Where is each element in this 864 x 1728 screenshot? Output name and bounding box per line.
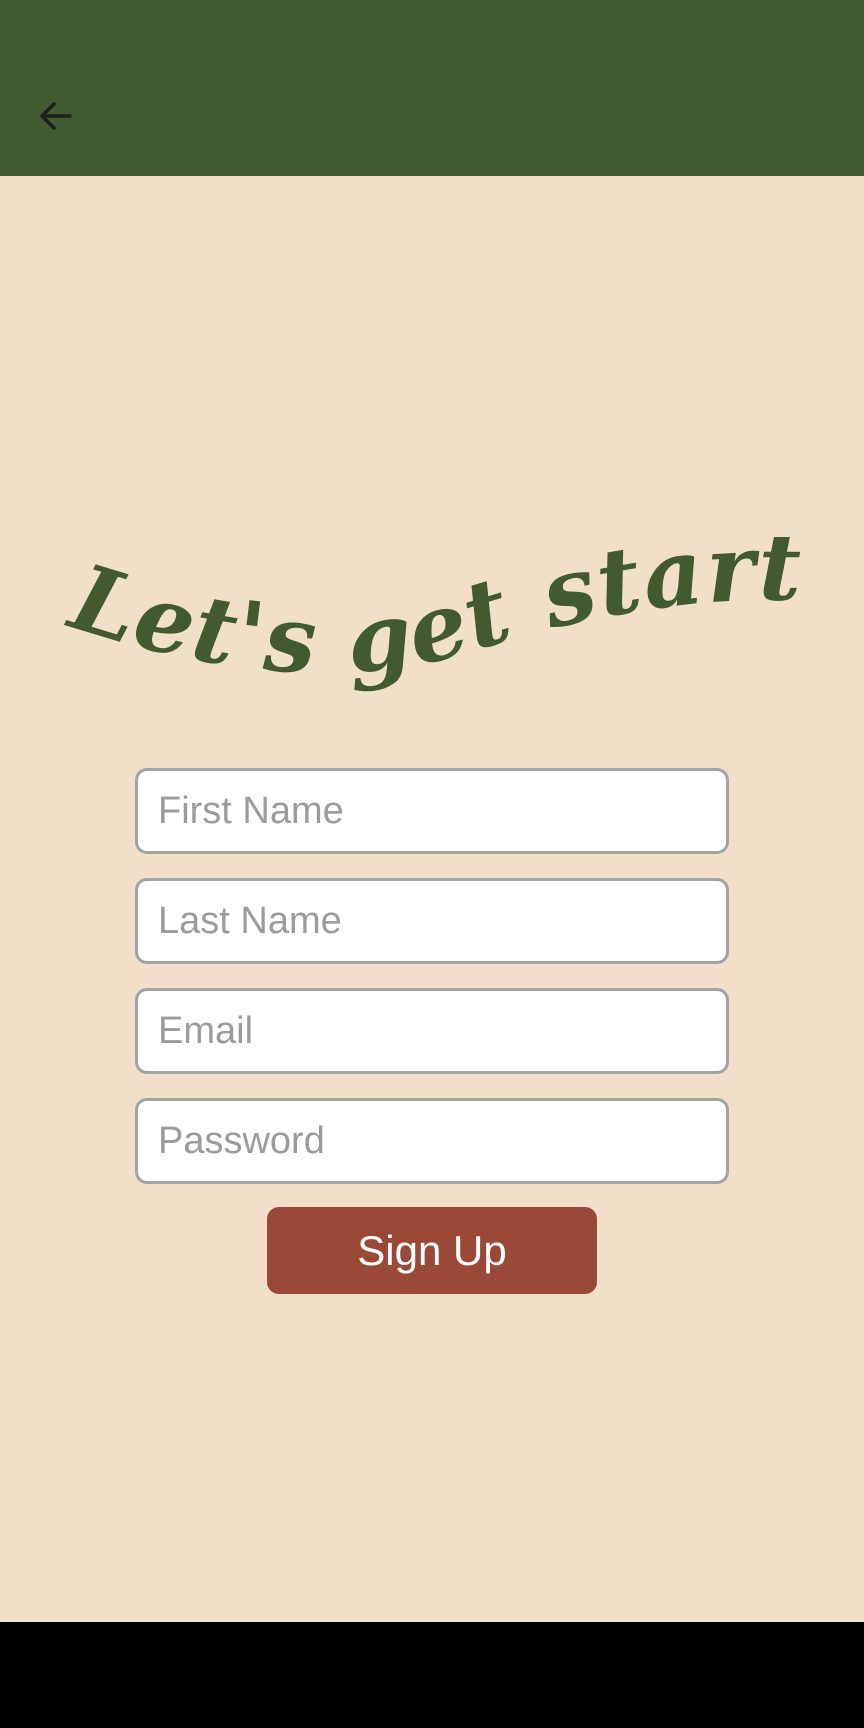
password-input[interactable] (135, 1098, 729, 1184)
page-title: Let's get started (56, 530, 816, 730)
email-input[interactable] (135, 988, 729, 1074)
page-title-text: Let's get started (56, 530, 803, 695)
sign-up-button-label: Sign Up (357, 1226, 507, 1274)
system-navigation-bar (0, 1622, 864, 1728)
back-button[interactable] (24, 84, 88, 148)
arrow-left-icon (40, 102, 72, 130)
top-app-bar (0, 0, 864, 176)
last-name-input[interactable] (135, 878, 729, 964)
sign-up-button[interactable]: Sign Up (267, 1207, 597, 1294)
first-name-input[interactable] (135, 768, 729, 854)
